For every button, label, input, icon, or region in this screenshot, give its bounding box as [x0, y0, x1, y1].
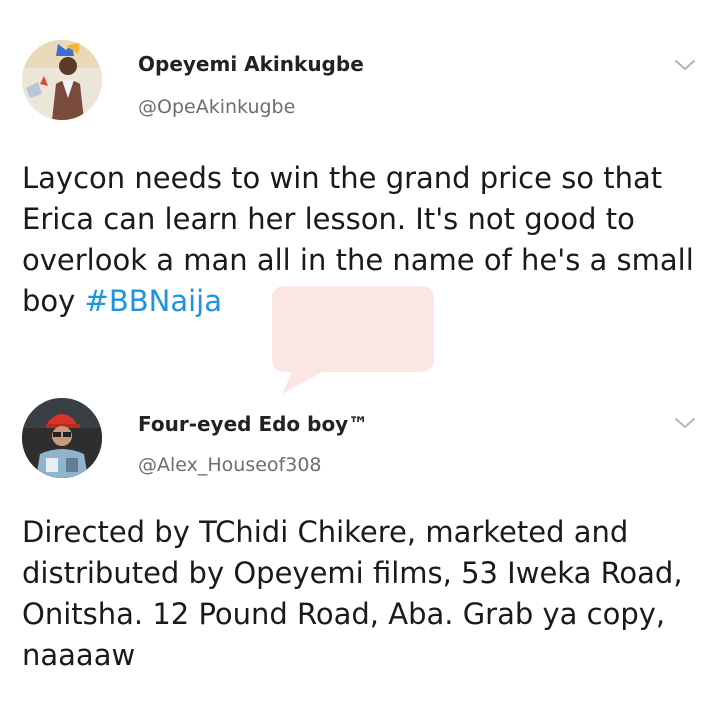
tweet-card[interactable]: Opeyemi Akinkugbe @OpeAkinkugbe Laycon n…	[0, 0, 720, 360]
user-handle[interactable]: @Alex_Houseof308	[138, 454, 322, 476]
avatar[interactable]	[22, 398, 102, 478]
avatar-photo-icon	[22, 398, 102, 478]
tweet-text: Laycon needs to win the grand price so t…	[22, 158, 702, 322]
tweet-text: Directed by TChidi Chikere, marketed and…	[22, 515, 683, 672]
avatar-photo-icon	[22, 40, 102, 120]
chevron-down-icon[interactable]	[674, 58, 696, 72]
display-name[interactable]: Opeyemi Akinkugbe	[138, 52, 364, 76]
user-handle[interactable]: @OpeAkinkugbe	[138, 96, 295, 118]
hashtag-link[interactable]: #BBNaija	[85, 284, 222, 318]
tweet-card[interactable]: Four-eyed Edo boy™ @Alex_Houseof308 Dire…	[0, 372, 720, 720]
display-name[interactable]: Four-eyed Edo boy™	[138, 412, 368, 436]
chevron-down-icon[interactable]	[674, 416, 696, 430]
avatar[interactable]	[22, 40, 102, 120]
